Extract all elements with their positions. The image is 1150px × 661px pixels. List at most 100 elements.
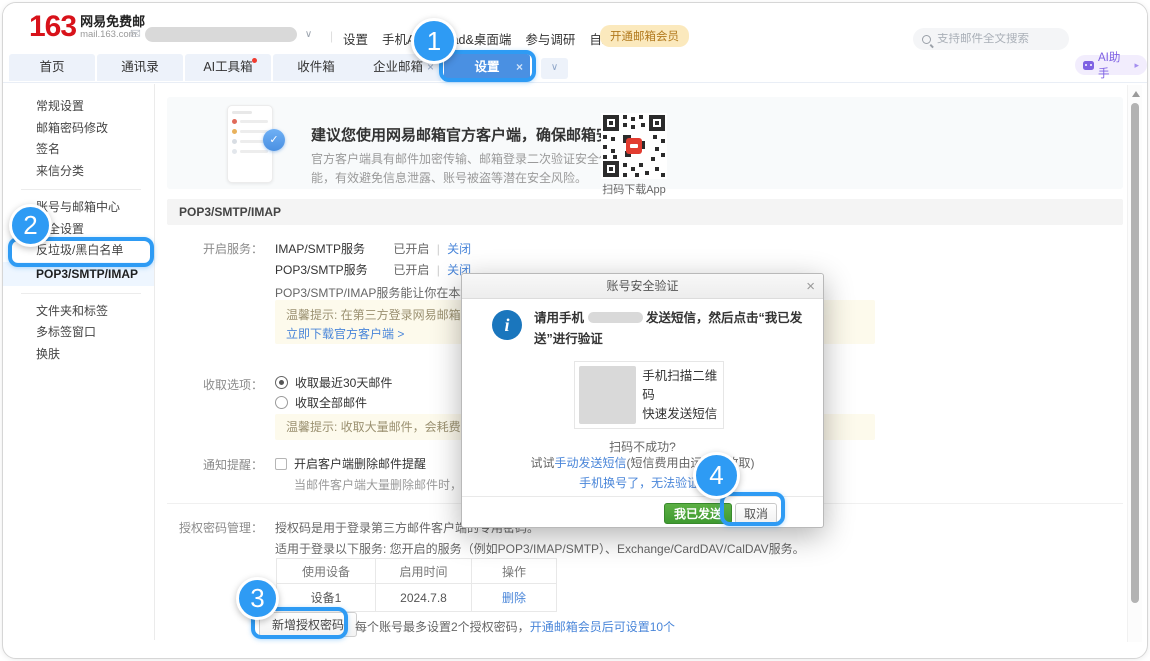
mail-window: 163 网易免费邮 mail.163.com ✉ ∨ | 设置 手机App Pa… <box>2 2 1148 659</box>
search-input[interactable] <box>937 33 1057 45</box>
sidebar-item-signature[interactable]: 签名 <box>3 139 154 161</box>
tab-home[interactable]: 首页 <box>9 54 95 81</box>
info-icon: i <box>492 310 522 340</box>
sidebar-item-mail-classification[interactable]: 来信分类 <box>3 161 154 183</box>
section-header-pop3-smtp-imap: POP3/SMTP/IMAP <box>167 199 1123 225</box>
imap-status: 已开启 <box>393 242 429 256</box>
radio-checked-icon[interactable] <box>275 376 288 389</box>
account-selector[interactable]: ✉ ∨ <box>130 26 312 42</box>
new-badge-dot <box>252 58 257 63</box>
manual-sms-link[interactable]: 手动发送短信 <box>555 456 627 470</box>
vip-upgrade-badge[interactable]: 开通邮箱会员 <box>600 25 689 47</box>
add-auth-password-button[interactable]: 新增授权密码 <box>259 612 357 637</box>
sidebar-item-security-settings[interactable]: 安全设置 <box>3 219 154 241</box>
menu-item-desktop[interactable]: Pad&桌面端 <box>443 29 511 48</box>
close-icon[interactable]: × <box>806 274 815 299</box>
table-header-row: 使用设备 启用时间 操作 <box>277 559 557 584</box>
phone-number-redacted <box>588 312 643 323</box>
banner-title: 建议您使用网易邮箱官方客户端，确保邮箱安全 <box>311 124 626 145</box>
tab-ai-tools[interactable]: AI工具箱 <box>185 54 271 81</box>
auth-description-2: 适用于登录以下服务: 您开启的服务（例如POP3/IMAP/SMTP）、Exch… <box>275 540 805 557</box>
sidebar-item-folders-labels[interactable]: 文件夹和标签 <box>3 301 154 323</box>
chevron-down-icon[interactable]: ∨ <box>305 29 312 40</box>
sidebar-divider <box>21 189 141 190</box>
logo-163-text: 163 <box>29 12 76 42</box>
close-icon[interactable]: × <box>427 54 434 81</box>
sidebar-item-multi-tab-window[interactable]: 多标签窗口 <box>3 322 154 344</box>
scan-fail-text: 扫码不成功? <box>462 438 823 455</box>
qr-caption: 扫码下载App <box>593 181 675 197</box>
sidebar-divider <box>21 293 141 294</box>
cancel-button[interactable]: 取消 <box>735 503 777 524</box>
download-client-link[interactable]: 立即下载官方客户端 > <box>286 327 404 341</box>
sidebar-item-account-center[interactable]: 账号与邮箱中心 <box>3 197 154 219</box>
table-row: 设备1 2024.7.8 删除 <box>277 584 557 612</box>
mail-icon: ✉ <box>130 26 141 42</box>
change-phone-link[interactable]: 手机换号了，无法验证? <box>579 476 706 490</box>
sms-qr-code-redacted <box>579 366 636 424</box>
qr-instruction-line2: 快速发送短信 <box>642 405 723 424</box>
dialog-title: 账号安全验证 <box>606 279 678 293</box>
chevron-down-icon: ∨ <box>551 62 558 73</box>
checkbox-unchecked-icon[interactable] <box>275 458 287 470</box>
manual-sms-line: 试试手动发送短信(短信费用由运营商收取) <box>462 454 823 471</box>
top-divider: | <box>330 29 333 43</box>
sidebar-item-skin[interactable]: 换肤 <box>3 344 154 366</box>
ai-assistant-button[interactable]: AI助手 ▸ <box>1075 55 1147 75</box>
tab-contacts[interactable]: 通讯录 <box>97 54 183 81</box>
scrollbar-thumb[interactable] <box>1131 103 1139 603</box>
sms-qr-box: 手机扫描二维码 快速发送短信 <box>574 361 724 429</box>
menu-item-settings[interactable]: 设置 <box>343 29 368 48</box>
vertical-scrollbar <box>1127 85 1142 642</box>
close-icon[interactable]: × <box>516 54 523 81</box>
radio-unchecked-icon[interactable] <box>275 396 288 409</box>
dialog-message: 请用手机 发送短信，然后点击“我已发送”进行验证 <box>534 308 812 350</box>
col-device: 使用设备 <box>277 559 376 584</box>
delete-notify-option[interactable]: 开启客户端删除邮件提醒 <box>275 455 426 472</box>
menu-item-mobile-app[interactable]: 手机App <box>382 29 429 48</box>
top-menu: 设置 手机App Pad&桌面端 参与调研 自助查询 <box>343 29 639 48</box>
netease-163-logo[interactable]: 163 网易免费邮 mail.163.com <box>29 12 145 42</box>
shield-check-icon: ✓ <box>263 129 285 151</box>
device-name-cell: 设备1 <box>277 584 376 612</box>
pop3-status: 已开启 <box>393 263 429 277</box>
notify-label: 通知提醒： <box>166 456 263 473</box>
tab-inbox[interactable]: 收件箱 <box>273 54 359 81</box>
col-action: 操作 <box>472 559 557 584</box>
sidebar-item-antispam-blacklist[interactable]: 反垃圾/黑白名单 <box>3 240 154 262</box>
menu-item-survey[interactable]: 参与调研 <box>525 29 575 48</box>
col-enable-time: 启用时间 <box>376 559 472 584</box>
dialog-title-bar: 账号安全验证 × <box>462 274 823 299</box>
service-toggle-label: 开启服务： <box>166 240 263 257</box>
more-tabs-button[interactable]: ∨ <box>541 58 568 79</box>
account-security-dialog: 账号安全验证 × i 请用手机 发送短信，然后点击“我已发送”进行验证 手机扫描… <box>461 273 824 528</box>
account-email-redacted <box>145 27 297 42</box>
delete-device-link[interactable]: 删除 <box>502 591 526 605</box>
search-box <box>913 28 1069 50</box>
tab-bar: 首页 通讯录 AI工具箱 收件箱 企业邮箱× 设置× ∨ AI助手 ▸ <box>3 51 1147 83</box>
sidebar-item-general-settings[interactable]: 常规设置 <box>3 96 154 118</box>
tab-settings[interactable]: 设置× <box>444 54 530 81</box>
settings-sidebar: 常规设置 邮箱密码修改 签名 来信分类 账号与邮箱中心 安全设置 反垃圾/黑白名… <box>3 84 155 640</box>
imap-smtp-service-row: IMAP/SMTP服务 已开启 | 关闭 <box>275 240 471 257</box>
arrow-right-icon: ▸ <box>1134 60 1139 71</box>
scroll-up-arrow-icon[interactable] <box>1132 91 1140 97</box>
dialog-footer: 我已发送 取消 <box>462 496 823 529</box>
sms-sent-confirm-button[interactable]: 我已发送 <box>664 503 732 524</box>
sidebar-item-pop3-smtp-imap[interactable]: POP3/SMTP/IMAP <box>3 262 154 286</box>
tab-enterprise-mail[interactable]: 企业邮箱× <box>355 54 441 81</box>
vip-limit-link[interactable]: 开通邮箱会员后可设置10个 <box>530 620 675 634</box>
enable-time-cell: 2024.7.8 <box>376 584 472 612</box>
auth-limit-text: 每个账号最多设置2个授权密码，开通邮箱会员后可设置10个 <box>355 618 675 635</box>
fetch-option-30days[interactable]: 收取最近30天邮件 <box>275 374 392 391</box>
sidebar-item-password-change[interactable]: 邮箱密码修改 <box>3 118 154 140</box>
download-app-qr-code <box>601 113 667 179</box>
top-bar: 163 网易免费邮 mail.163.com ✉ ∨ | 设置 手机App Pa… <box>3 3 1147 51</box>
auth-devices-table: 使用设备 启用时间 操作 设备1 2024.7.8 删除 <box>276 558 557 612</box>
pop3-smtp-service-row: POP3/SMTP服务 已开启 | 关闭 <box>275 261 471 278</box>
imap-close-link[interactable]: 关闭 <box>447 242 471 256</box>
fetch-option-all[interactable]: 收取全部邮件 <box>275 394 367 411</box>
robot-icon <box>1083 61 1094 70</box>
search-icon <box>922 35 931 44</box>
qr-instruction-line1: 手机扫描二维码 <box>642 367 723 405</box>
